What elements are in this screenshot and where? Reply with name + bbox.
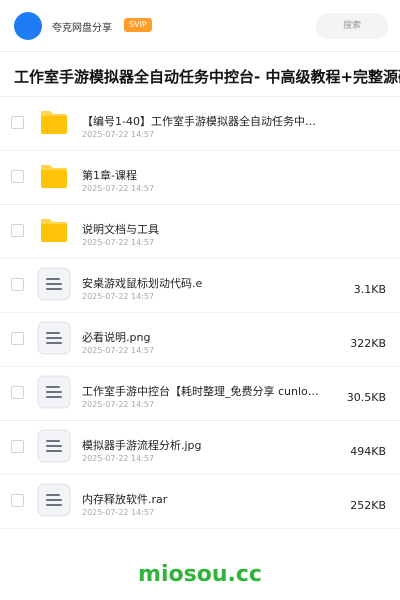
file-size: 494KB — [350, 445, 386, 458]
file-date: 2025-07-22 14:57 — [82, 400, 155, 409]
document-icon — [37, 321, 71, 355]
file-date: 2025-07-22 14:57 — [82, 346, 155, 355]
file-name[interactable]: 第1章-课程 — [82, 167, 344, 183]
document-icon — [37, 483, 71, 517]
row-checkbox[interactable] — [11, 224, 24, 237]
avatar[interactable] — [14, 12, 42, 40]
file-name[interactable]: 工作室手游中控台【耗时整理_免费分享 cunlovecun — [82, 383, 324, 399]
page-title: 工作室手游模拟器全自动任务中控台- 中高级教程+完整源码 — [14, 68, 400, 86]
folder-icon — [41, 165, 67, 188]
file-list: 【编号1-40】工作室手游模拟器全自动任务中控台-中高级教程 2025-07-2… — [0, 97, 400, 529]
row-checkbox[interactable] — [11, 494, 24, 507]
watermark: miosou.cc — [138, 562, 262, 587]
file-name[interactable]: 模拟器手游流程分析.jpg — [82, 437, 320, 453]
file-name[interactable]: 内存释放软件.rar — [82, 491, 320, 507]
file-date: 2025-07-22 14:57 — [82, 454, 155, 463]
file-name[interactable]: 安桌游戏鼠标划动代码.e — [82, 275, 320, 291]
share-page: 夸克网盘分享 SVIP 搜索 工作室手游模拟器全自动任务中控台- 中高级教程+完… — [0, 0, 400, 600]
list-item[interactable]: 必看说明.png 2025-07-22 14:57 322KB — [0, 313, 400, 367]
file-name[interactable]: 【编号1-40】工作室手游模拟器全自动任务中控台-中高级教程 — [82, 113, 326, 129]
row-checkbox[interactable] — [11, 116, 24, 129]
file-size: 30.5KB — [346, 391, 386, 404]
search-input[interactable]: 搜索 — [316, 13, 388, 39]
file-date: 2025-07-22 14:57 — [82, 130, 155, 139]
row-checkbox[interactable] — [11, 386, 24, 399]
folder-icon — [41, 219, 67, 242]
file-date: 2025-07-22 14:57 — [82, 508, 155, 517]
list-item[interactable]: 工作室手游中控台【耗时整理_免费分享 cunlovecun 2025-07-22… — [0, 367, 400, 421]
document-icon — [37, 375, 71, 409]
row-checkbox[interactable] — [11, 440, 24, 453]
header: 夸克网盘分享 SVIP 搜索 — [0, 0, 400, 52]
list-item[interactable]: 安桌游戏鼠标划动代码.e 2025-07-22 14:57 3.1KB — [0, 259, 400, 313]
list-item[interactable]: 【编号1-40】工作室手游模拟器全自动任务中控台-中高级教程 2025-07-2… — [0, 97, 400, 151]
row-checkbox[interactable] — [11, 278, 24, 291]
folder-icon — [41, 111, 67, 134]
list-item[interactable]: 说明文档与工具 2025-07-22 14:57 — [0, 205, 400, 259]
file-name[interactable]: 说明文档与工具 — [82, 221, 344, 237]
row-checkbox[interactable] — [11, 332, 24, 345]
list-item[interactable]: 内存释放软件.rar 2025-07-22 14:57 252KB — [0, 475, 400, 529]
file-date: 2025-07-22 14:57 — [82, 238, 155, 247]
file-date: 2025-07-22 14:57 — [82, 184, 155, 193]
title-bar: 工作室手游模拟器全自动任务中控台- 中高级教程+完整源码 — [0, 52, 400, 97]
file-name[interactable]: 必看说明.png — [82, 329, 320, 345]
list-item[interactable]: 模拟器手游流程分析.jpg 2025-07-22 14:57 494KB — [0, 421, 400, 475]
row-checkbox[interactable] — [11, 170, 24, 183]
document-icon — [37, 267, 71, 301]
svip-badge: SVIP — [124, 18, 152, 32]
file-size: 3.1KB — [353, 283, 386, 296]
file-size: 252KB — [350, 499, 386, 512]
list-item[interactable]: 第1章-课程 2025-07-22 14:57 — [0, 151, 400, 205]
document-icon — [37, 429, 71, 463]
share-name: 夸克网盘分享 — [52, 23, 112, 34]
file-date: 2025-07-22 14:57 — [82, 292, 155, 301]
file-size: 322KB — [350, 337, 386, 350]
